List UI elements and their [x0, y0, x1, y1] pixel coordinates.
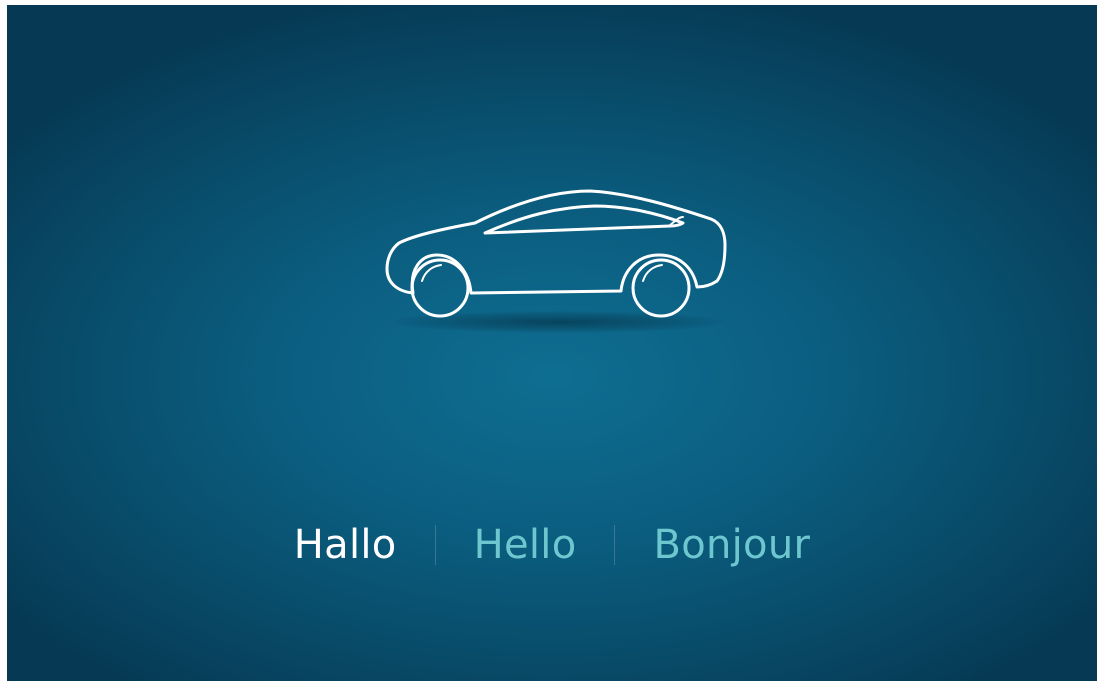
language-option-bonjour[interactable]: Bonjour [653, 525, 810, 565]
welcome-screen: Hallo Hello Bonjour [7, 5, 1097, 681]
language-option-hello[interactable]: Hello [474, 525, 577, 565]
language-selector: Hallo Hello Bonjour [7, 513, 1097, 577]
language-option-hallo[interactable]: Hallo [294, 525, 397, 565]
language-divider [434, 525, 436, 565]
language-divider [614, 525, 616, 565]
car-outline-icon [385, 189, 727, 318]
car-illustration [375, 173, 735, 343]
